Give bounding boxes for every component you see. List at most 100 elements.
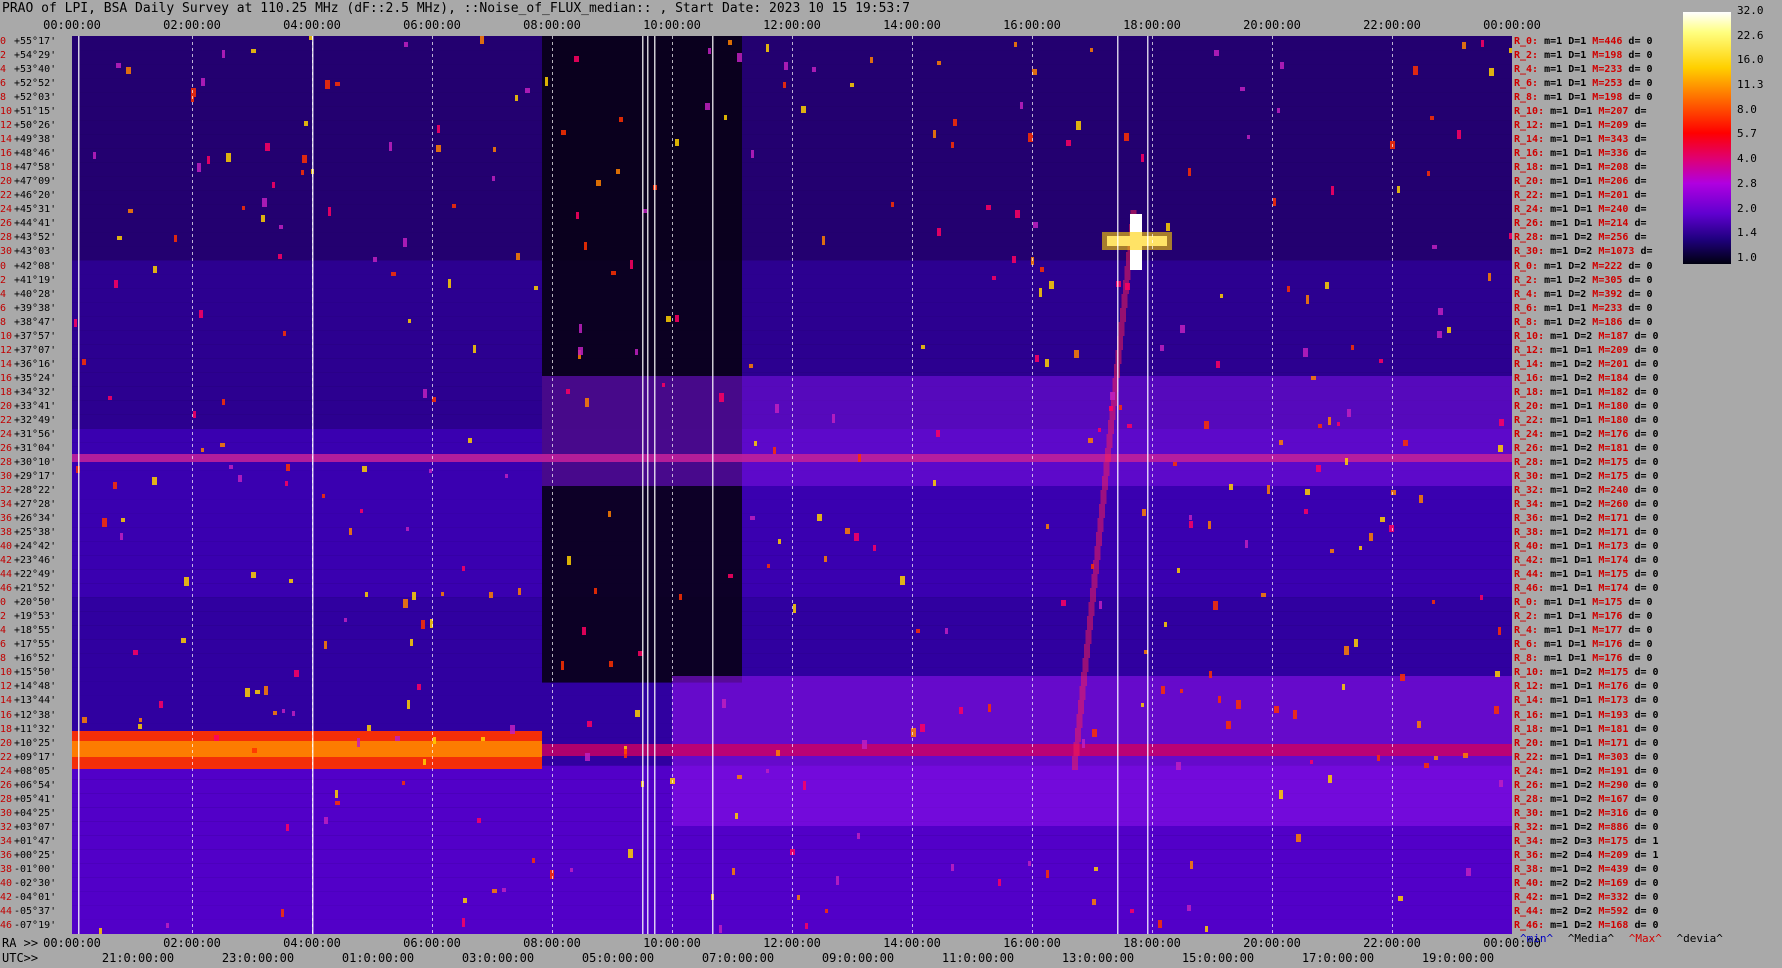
grid-dash bbox=[792, 852, 793, 855]
colorbar-label: 1.4 bbox=[1737, 226, 1757, 240]
speckle bbox=[406, 527, 409, 531]
grid-dash bbox=[312, 114, 313, 117]
utc-axis: UTC>> 21:0:00:00 23:0:00:00 01:0:00:00 03:0:… bbox=[0, 951, 1782, 965]
row-stat-D: D=1 bbox=[1568, 639, 1593, 651]
row-stat-r: R_16: bbox=[1514, 148, 1551, 160]
speckle bbox=[858, 454, 861, 462]
grid-dash bbox=[552, 894, 553, 897]
declination-row-label: 2 +19°53' bbox=[0, 612, 72, 622]
row-stat: R_16: m=1 D=1 M=193 d= 0 bbox=[1514, 710, 1659, 721]
grid-dash bbox=[312, 540, 313, 543]
grid-dash bbox=[1152, 858, 1153, 861]
row-stat: R_0: m=1 D=1 M=175 d= 0 bbox=[1514, 598, 1653, 608]
speckle bbox=[502, 888, 506, 892]
grid-dash bbox=[1272, 564, 1273, 567]
row-declination: +47°58' bbox=[14, 162, 57, 174]
grid-dash bbox=[552, 876, 553, 879]
grid-dash bbox=[792, 420, 793, 423]
grid-dash bbox=[672, 666, 673, 669]
row-stat-m: m=1 bbox=[1550, 470, 1575, 482]
row-stat: R_22: m=1 D=1 M=303 d= 0 bbox=[1514, 752, 1659, 763]
row-declination: +37°07' bbox=[14, 344, 57, 356]
row-stat: R_8: m=1 D=1 M=198 d= 0 bbox=[1514, 93, 1653, 103]
grid-dash bbox=[192, 786, 193, 789]
grid-dash bbox=[672, 708, 673, 711]
row-stat-m: m=1 bbox=[1544, 64, 1569, 76]
speckle bbox=[1447, 327, 1451, 333]
grid-dash bbox=[1152, 888, 1153, 891]
grid-dash bbox=[192, 192, 193, 195]
row-declination: +16°52' bbox=[14, 653, 57, 665]
grid-dash bbox=[192, 486, 193, 489]
speckle bbox=[423, 759, 426, 765]
grid-dash bbox=[552, 66, 553, 69]
row-stat: R_34: m=1 D=2 M=260 d= 0 bbox=[1514, 500, 1659, 510]
grid-dash bbox=[552, 600, 553, 603]
row-stat-M: M=1073 bbox=[1598, 246, 1641, 258]
grid-dash bbox=[1392, 858, 1393, 861]
speckle bbox=[252, 748, 257, 753]
grid-dash bbox=[792, 834, 793, 837]
grid-dash bbox=[792, 324, 793, 327]
grid-dash bbox=[1032, 276, 1033, 279]
row-stat-r: R_10: bbox=[1514, 667, 1551, 679]
grid-dash bbox=[432, 450, 433, 453]
speckle bbox=[452, 204, 456, 208]
speckle bbox=[825, 909, 828, 913]
grid-dash bbox=[1392, 462, 1393, 465]
speckle bbox=[1462, 42, 1466, 49]
row-declination: +09°17' bbox=[14, 751, 57, 763]
grid-dash bbox=[312, 60, 313, 63]
grid-dash bbox=[552, 690, 553, 693]
row-stat: R_42: m=1 D=2 M=332 d= 0 bbox=[1514, 892, 1659, 903]
hot-strip-extend bbox=[542, 744, 1512, 756]
grid-dash bbox=[312, 852, 313, 855]
speckle bbox=[448, 279, 451, 288]
grid-dash bbox=[672, 192, 673, 195]
grid-dash bbox=[1272, 498, 1273, 501]
row-stat-M: M=171 bbox=[1598, 527, 1635, 539]
grid-dash bbox=[672, 804, 673, 807]
speckle bbox=[357, 738, 360, 747]
streak bbox=[1102, 476, 1108, 490]
grid-dash bbox=[1392, 720, 1393, 723]
row-stat-M: M=169 bbox=[1598, 877, 1635, 889]
speckle bbox=[365, 592, 368, 597]
grid-dash bbox=[1272, 390, 1273, 393]
grid-dash bbox=[912, 486, 913, 489]
grid-dash bbox=[1392, 576, 1393, 579]
grid-dash bbox=[312, 918, 313, 921]
grid-dash bbox=[312, 420, 313, 423]
grid-dash bbox=[672, 60, 673, 63]
row-stat-M: M=174 bbox=[1598, 583, 1635, 595]
speckle bbox=[304, 121, 308, 126]
speckle bbox=[328, 207, 331, 216]
ra-axis: RA >> 00:00:00 02:00:00 04:00:00 06:00:00 08:… bbox=[0, 936, 1782, 950]
grid-dash bbox=[192, 570, 193, 573]
grid-dash bbox=[192, 816, 193, 819]
speckle bbox=[1280, 62, 1284, 69]
speckle bbox=[1014, 42, 1017, 47]
grid-dash bbox=[1152, 96, 1153, 99]
speckle bbox=[1331, 186, 1334, 195]
grid-dash bbox=[1392, 270, 1393, 273]
grid-dash bbox=[432, 648, 433, 651]
grid-dash bbox=[312, 450, 313, 453]
row-declination: +27°28' bbox=[14, 499, 57, 511]
row-stat-D: D=2 bbox=[1574, 527, 1599, 539]
grid-dash bbox=[1152, 348, 1153, 351]
grid-dash bbox=[1392, 504, 1393, 507]
grid-dash bbox=[432, 246, 433, 249]
grid-dash bbox=[432, 48, 433, 51]
grid-dash bbox=[912, 54, 913, 57]
grid-dash bbox=[552, 306, 553, 309]
grid-dash bbox=[1032, 864, 1033, 867]
row-index: 12 bbox=[0, 344, 13, 356]
grid-dash bbox=[792, 858, 793, 861]
grid-dash bbox=[552, 234, 553, 237]
vertical-line bbox=[1147, 36, 1149, 934]
speckle bbox=[214, 735, 219, 741]
grid-dash bbox=[552, 366, 553, 369]
grid-dash bbox=[312, 66, 313, 69]
speckle bbox=[857, 833, 860, 839]
